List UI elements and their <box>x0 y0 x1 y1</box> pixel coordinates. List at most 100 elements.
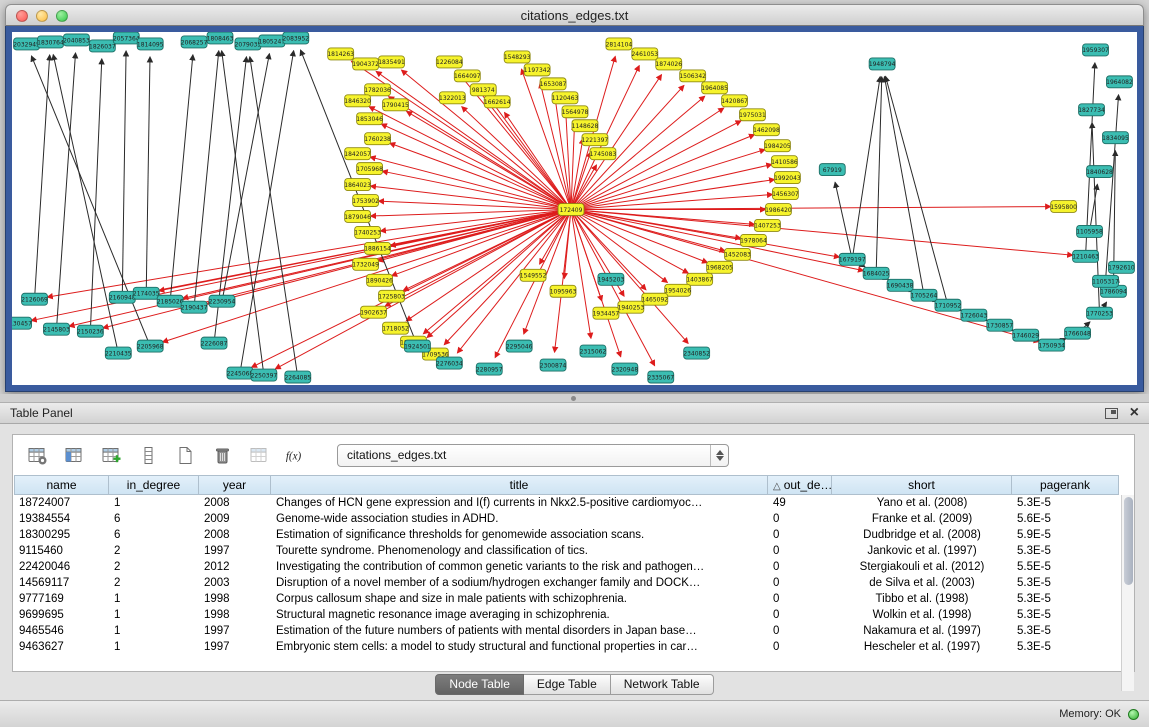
graph-node[interactable]: 2083952 <box>282 32 309 44</box>
graph-node[interactable]: 1595800 <box>1050 201 1077 213</box>
graph-node[interactable]: 2160948 <box>109 291 136 303</box>
graph-node[interactable]: 1095963 <box>550 285 577 297</box>
graph-node[interactable]: 1705264 <box>911 289 938 301</box>
graph-node[interactable]: 2040853 <box>63 34 90 46</box>
graph-node[interactable]: 1653087 <box>540 78 567 90</box>
network-table-select[interactable]: citations_edges.txt <box>337 444 729 467</box>
graph-node[interactable]: 2276034 <box>436 357 463 369</box>
graph-node[interactable]: 1964082 <box>1106 76 1133 88</box>
graph-node[interactable]: 1726043 <box>961 309 988 321</box>
graph-node[interactable]: 1874026 <box>655 58 682 70</box>
graph-node[interactable]: 2245068 <box>227 367 254 379</box>
graph-node[interactable]: 2264085 <box>284 371 311 383</box>
graph-node[interactable]: 2335067 <box>647 371 674 383</box>
table-row[interactable]: 1456911722003Disruption of a novel membe… <box>14 575 1133 591</box>
graph-node[interactable]: 1710952 <box>935 299 962 311</box>
graph-node[interactable]: 1978064 <box>740 234 767 246</box>
graph-node[interactable]: 1964085 <box>701 82 728 94</box>
graph-node[interactable]: 1986420 <box>765 204 792 216</box>
graph-node[interactable]: 1826037 <box>89 40 116 52</box>
graph-node[interactable]: 1705968 <box>356 163 383 175</box>
graph-node[interactable]: 1814263 <box>327 48 354 60</box>
tab-network-table[interactable]: Network Table <box>611 674 714 695</box>
vertical-scrollbar[interactable] <box>1121 495 1134 691</box>
minimize-window-button[interactable] <box>36 10 48 22</box>
column-header-year[interactable]: year <box>199 475 271 495</box>
graph-node[interactable]: 1462098 <box>753 124 780 136</box>
graph-node[interactable]: 2205968 <box>137 340 164 352</box>
scrollbar-thumb[interactable] <box>1124 497 1133 585</box>
graph-node[interactable]: 1718052 <box>382 322 409 334</box>
graph-node[interactable]: 2300874 <box>540 359 567 371</box>
graph-node[interactable]: 1210463 <box>1072 250 1099 262</box>
graph-node[interactable]: 1992043 <box>774 172 801 184</box>
graph-node[interactable]: 2340852 <box>683 347 710 359</box>
graph-node[interactable]: 1664097 <box>454 70 481 82</box>
graph-node[interactable]: 1456307 <box>772 188 799 200</box>
window-titlebar[interactable]: citations_edges.txt <box>5 4 1144 26</box>
graph-node[interactable]: 2150236 <box>77 325 104 337</box>
graph-node[interactable]: 67919 <box>819 164 845 176</box>
graph-node[interactable]: 1835491 <box>378 56 405 68</box>
graph-node[interactable]: 1805247 <box>259 35 286 47</box>
graph-node[interactable]: 1959307 <box>1082 44 1109 56</box>
table-row[interactable]: 977716911998Corpus callosum shape and si… <box>14 591 1133 607</box>
graph-node[interactable]: 1120463 <box>552 92 579 104</box>
graph-node[interactable]: 1940253 <box>618 301 645 313</box>
graph-node[interactable]: 1760238 <box>364 133 391 145</box>
graph-node[interactable]: 1420867 <box>721 95 748 107</box>
graph-node[interactable]: 981374 <box>470 84 496 96</box>
graph-node[interactable]: 1548293 <box>504 51 531 63</box>
panel-splitter[interactable] <box>0 394 1149 402</box>
graph-node[interactable]: 1105958 <box>1076 225 1103 237</box>
tab-node-table[interactable]: Node Table <box>435 674 524 695</box>
graph-node[interactable]: 2250397 <box>251 369 278 381</box>
graph-node[interactable]: 1465092 <box>641 293 668 305</box>
graph-node[interactable]: 1827734 <box>1078 104 1105 116</box>
graph-node[interactable]: 1984205 <box>764 140 791 152</box>
graph-node[interactable]: 1407253 <box>754 219 781 231</box>
close-window-button[interactable] <box>16 10 28 22</box>
graph-node[interactable]: 1750934 <box>1038 339 1065 351</box>
graph-node[interactable]: 2057364 <box>113 32 140 44</box>
delete-table-icon[interactable] <box>210 443 234 467</box>
graph-node[interactable]: 1690438 <box>887 279 914 291</box>
graph-node[interactable]: 2145803 <box>43 323 70 335</box>
graph-node[interactable]: 2126069 <box>21 293 48 305</box>
column-header-out_de[interactable]: △out_de… <box>768 475 832 495</box>
graph-node[interactable]: 1948794 <box>869 58 896 70</box>
graph-node[interactable]: 1403867 <box>686 273 713 285</box>
graph-node[interactable]: 1452083 <box>724 248 751 260</box>
graph-node[interactable]: 1902637 <box>360 306 387 318</box>
show-columns-icon[interactable] <box>62 443 86 467</box>
graph-node[interactable]: 2130457 <box>12 317 32 329</box>
graph-node[interactable]: 1662614 <box>484 96 511 108</box>
graph-node[interactable]: 1904372 <box>352 58 379 70</box>
column-header-name[interactable]: name <box>14 475 109 495</box>
graph-node[interactable]: 1814095 <box>137 38 164 50</box>
graph-node[interactable]: 1792610 <box>1108 261 1135 273</box>
graph-node[interactable]: 2190437 <box>181 301 208 313</box>
graph-node[interactable]: 2461053 <box>632 48 659 60</box>
table-row[interactable]: 1938455462009Genome-wide association stu… <box>14 511 1133 527</box>
graph-node[interactable]: 1954026 <box>664 284 691 296</box>
graph-node[interactable]: 172409 <box>558 204 584 216</box>
graph-node[interactable]: 1732049 <box>352 258 379 270</box>
graph-node[interactable]: 1745083 <box>590 148 617 160</box>
column-header-pagerank[interactable]: pagerank <box>1012 475 1119 495</box>
table-row[interactable]: 1872400712008Changes of HCN gene express… <box>14 495 1133 511</box>
network-canvas[interactable]: 1724091814263190437218354911782036184632… <box>12 32 1137 385</box>
graph-node[interactable]: 2032945 <box>13 38 40 50</box>
graph-node[interactable]: 1753902 <box>352 195 379 207</box>
close-panel-icon[interactable]: × <box>1130 406 1139 420</box>
table-row[interactable]: 2242004622012Investigating the contribut… <box>14 559 1133 575</box>
graph-node[interactable]: 1846320 <box>344 95 371 107</box>
graph-node[interactable]: 1968205 <box>706 261 733 273</box>
graph-node[interactable]: 1410586 <box>771 156 798 168</box>
graph-node[interactable]: 2295046 <box>506 340 533 352</box>
table-row[interactable]: 911546021997Tourette syndrome. Phenomeno… <box>14 543 1133 559</box>
graph-node[interactable]: 1684025 <box>863 267 890 279</box>
graph-node[interactable]: 2210435 <box>105 347 132 359</box>
float-panel-icon[interactable] <box>1105 408 1118 419</box>
graph-node[interactable]: 1322013 <box>439 92 466 104</box>
